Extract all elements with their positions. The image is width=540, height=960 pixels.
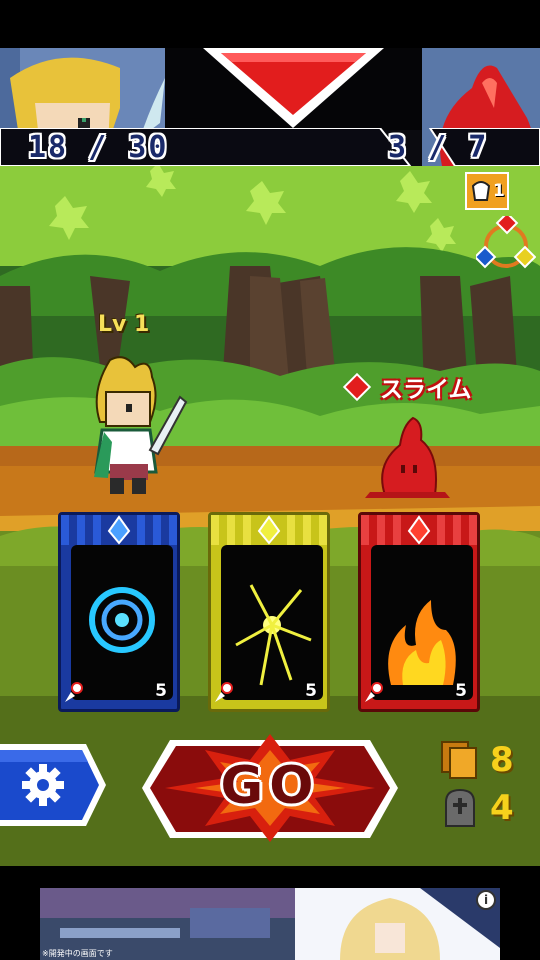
status-bar: [0, 0, 540, 48]
card-cost: 5: [155, 681, 167, 701]
whirlpool-icon: [89, 587, 155, 653]
lightning-icon: [235, 584, 312, 686]
ad-caption: ※開発中の画面です: [42, 949, 113, 958]
element-cycle-icon: [473, 211, 537, 274]
slime-enemy[interactable]: [365, 410, 450, 500]
card-water[interactable]: 5: [58, 512, 180, 712]
fire-element-icon: [342, 372, 372, 402]
hero-hp-text: 18 / 30: [28, 130, 169, 165]
deck-icon: [440, 740, 480, 780]
graveyard-count: 4: [490, 788, 514, 828]
settings-button[interactable]: [0, 742, 108, 828]
go-label: GO: [220, 756, 320, 816]
graveyard-icon: [440, 788, 480, 828]
player-level-label: Lv 1: [98, 312, 150, 337]
turn-indicator-panel: [165, 48, 422, 130]
enemy-name: スライム: [380, 377, 472, 403]
card-fire[interactable]: 5: [358, 512, 480, 712]
bottom-bar: [0, 866, 540, 888]
deck-count: 8: [490, 740, 514, 780]
go-button[interactable]: GO: [140, 730, 400, 845]
card-thunder[interactable]: 5: [208, 512, 330, 712]
brush-icon: [61, 680, 85, 704]
info-icon[interactable]: i: [476, 890, 496, 910]
brush-icon: [211, 680, 235, 704]
card-art: [71, 545, 173, 700]
enemy-hp-text: 3 / 7: [388, 130, 489, 165]
brush-icon: [361, 680, 385, 704]
player-character: [80, 352, 190, 497]
ad-banner[interactable]: ※開発中の画面です i: [40, 888, 500, 960]
card-cost: 5: [305, 681, 317, 701]
bread-icon: [471, 181, 491, 201]
level-badge-count: 1: [493, 181, 505, 201]
card-cost: 5: [455, 681, 467, 701]
card-art: [221, 545, 323, 700]
level-badge: 1: [465, 172, 509, 210]
card-art: [371, 545, 473, 700]
gear-icon: [22, 764, 64, 806]
flame-icon: [388, 600, 456, 685]
